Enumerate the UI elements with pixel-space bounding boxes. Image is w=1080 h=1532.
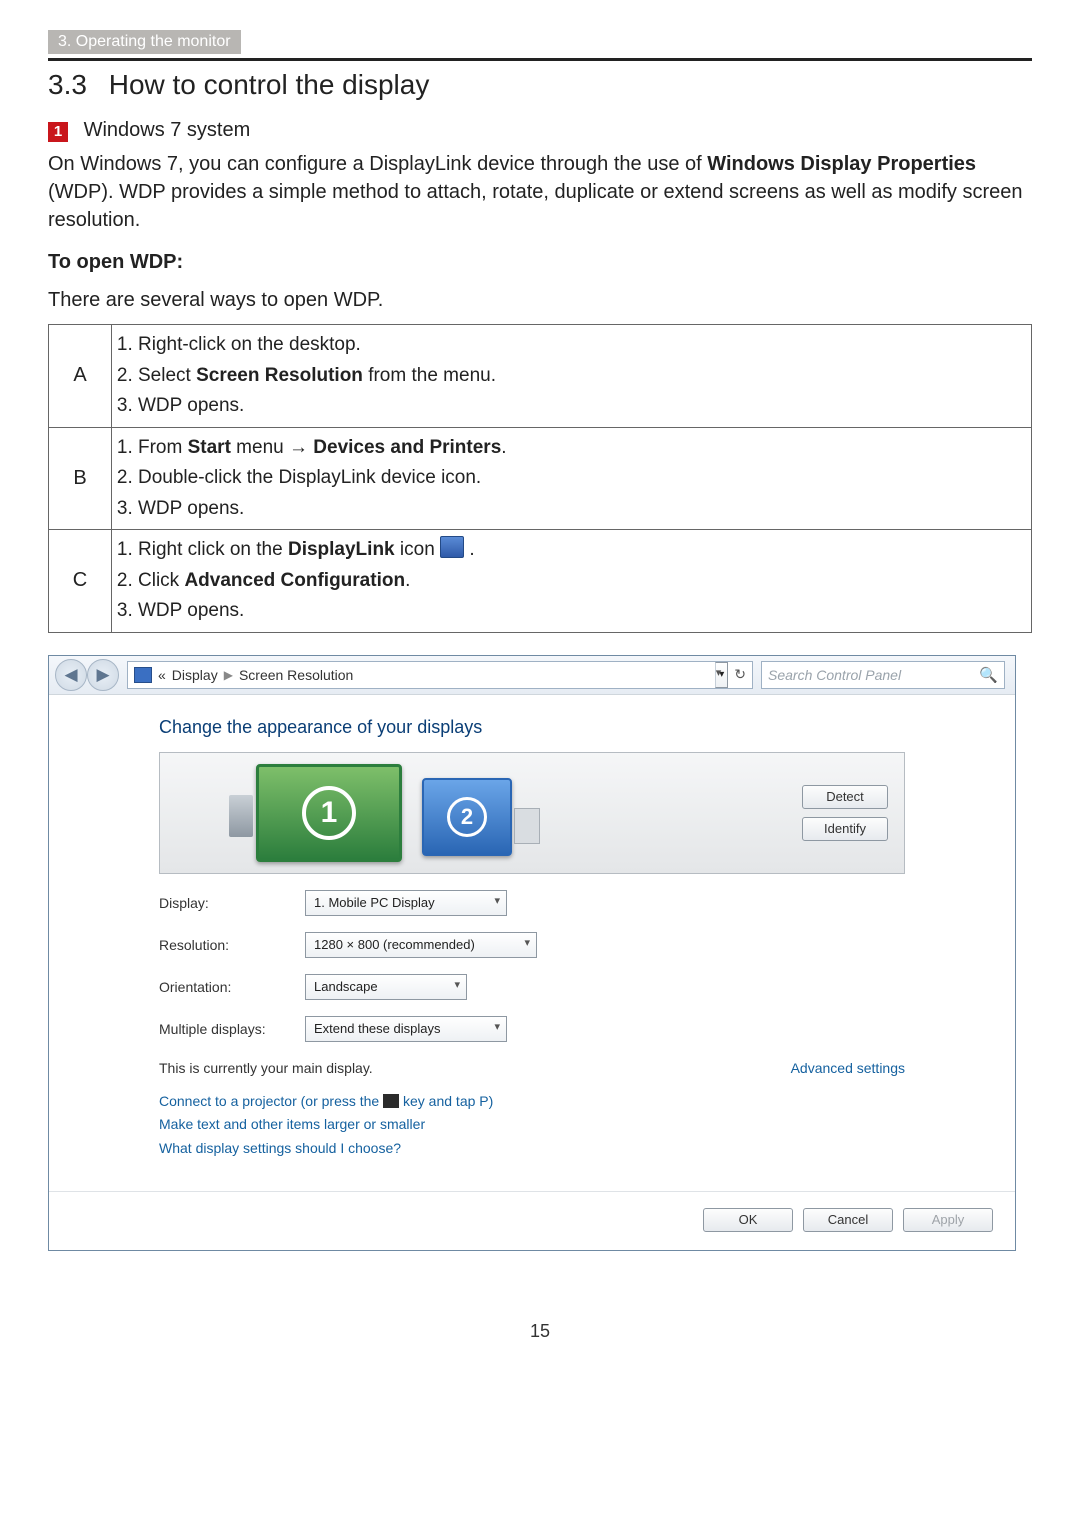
resolution-dropdown[interactable]: 1280 × 800 (recommended) [305,932,537,958]
screen-resolution-window: ◀ ▶ « Display ▶ Screen Resolution ▾ ↻ Se… [48,655,1016,1251]
c-step1: Right click on the DisplayLink icon . [138,536,1023,565]
advanced-settings-link[interactable]: Advanced settings [791,1060,905,1076]
ways-table: A Right-click on the desktop. Select Scr… [48,324,1032,633]
search-icon[interactable]: 🔍 [979,666,998,684]
c-step2: Click Advanced Configuration. [138,567,1023,596]
breadcrumb-display[interactable]: Display [172,667,218,683]
multiple-displays-dropdown[interactable]: Extend these displays [305,1016,507,1042]
refresh-icon[interactable]: ↻ [734,666,746,683]
monitor-1-label: 1 [302,786,356,840]
detect-button[interactable]: Detect [802,785,888,809]
intro-paragraph: On Windows 7, you can configure a Displa… [48,150,1032,234]
breadcrumb-sep-icon: ▶ [224,668,233,682]
rule [48,58,1032,61]
display-label: Display: [159,895,289,911]
display-preview[interactable]: 1 2 Detect Identify [159,752,905,874]
b-step2: Double-click the DisplayLink device icon… [138,464,1023,493]
monitor-2[interactable]: 2 [422,778,512,856]
apply-button[interactable]: Apply [903,1208,993,1232]
monitor-stand-icon [229,795,253,837]
nav-forward-button[interactable]: ▶ [87,659,119,691]
breadcrumb-dropdown-icon[interactable]: ▾ [715,662,728,688]
breadcrumb-pre: « [158,667,166,683]
subheading-text: Windows 7 system [84,119,251,141]
ok-button[interactable]: OK [703,1208,793,1232]
b-step1: From Start menu → Devices and Printers. [138,434,1023,463]
windows-key-icon [383,1094,399,1108]
row-c-label: C [49,530,112,633]
window-titlebar: ◀ ▶ « Display ▶ Screen Resolution ▾ ↻ Se… [49,656,1015,695]
monitor-1[interactable]: 1 [256,764,402,862]
heading-text: How to control the display [109,69,430,100]
section-tab: 3. Operating the monitor [48,30,241,54]
table-row: B From Start menu → Devices and Printers… [49,427,1032,530]
monitor-2-label: 2 [447,797,487,837]
help-link[interactable]: What display settings should I choose? [159,1137,905,1161]
row-a-label: A [49,325,112,428]
search-input[interactable]: Search Control Panel 🔍 [761,661,1005,689]
resolution-label: Resolution: [159,937,289,953]
text-size-link[interactable]: Make text and other items larger or smal… [159,1113,905,1137]
heading-3-3: 3.3 How to control the display [48,69,1032,101]
connect-projector-link[interactable]: Connect to a projector (or press the key… [159,1090,905,1114]
control-panel-icon [134,667,152,683]
main-display-note: This is currently your main display. [159,1060,373,1076]
search-placeholder: Search Control Panel [768,667,901,683]
displaylink-tray-icon [440,536,464,558]
nav-back-button[interactable]: ◀ [55,659,87,691]
monitor-side-icon [514,808,540,844]
row-b-label: B [49,427,112,530]
orientation-label: Orientation: [159,979,289,995]
identify-button[interactable]: Identify [802,817,888,841]
multiple-displays-label: Multiple displays: [159,1021,289,1037]
breadcrumb-bar[interactable]: « Display ▶ Screen Resolution ▾ ↻ [127,661,753,689]
a-step1: Right-click on the desktop. [138,331,1023,360]
page-number: 15 [48,1321,1032,1342]
bullet-1-icon: 1 [48,122,68,142]
to-open-sub: There are several ways to open WDP. [48,286,1032,314]
panel-heading: Change the appearance of your displays [159,717,905,738]
b-step3: WDP opens. [138,495,1023,524]
heading-number: 3.3 [48,69,87,100]
a-step2: Select Screen Resolution from the menu. [138,362,1023,391]
display-dropdown[interactable]: 1. Mobile PC Display [305,890,507,916]
a-step3: WDP opens. [138,392,1023,421]
to-open-heading: To open WDP: [48,248,1032,276]
cancel-button[interactable]: Cancel [803,1208,893,1232]
breadcrumb-screen-resolution[interactable]: Screen Resolution [239,667,353,683]
subheading-windows7: 1 Windows 7 system [48,119,1032,142]
c-step3: WDP opens. [138,597,1023,626]
orientation-dropdown[interactable]: Landscape [305,974,467,1000]
table-row: C Right click on the DisplayLink icon . … [49,530,1032,633]
table-row: A Right-click on the desktop. Select Scr… [49,325,1032,428]
arrow-icon: → [289,434,308,463]
